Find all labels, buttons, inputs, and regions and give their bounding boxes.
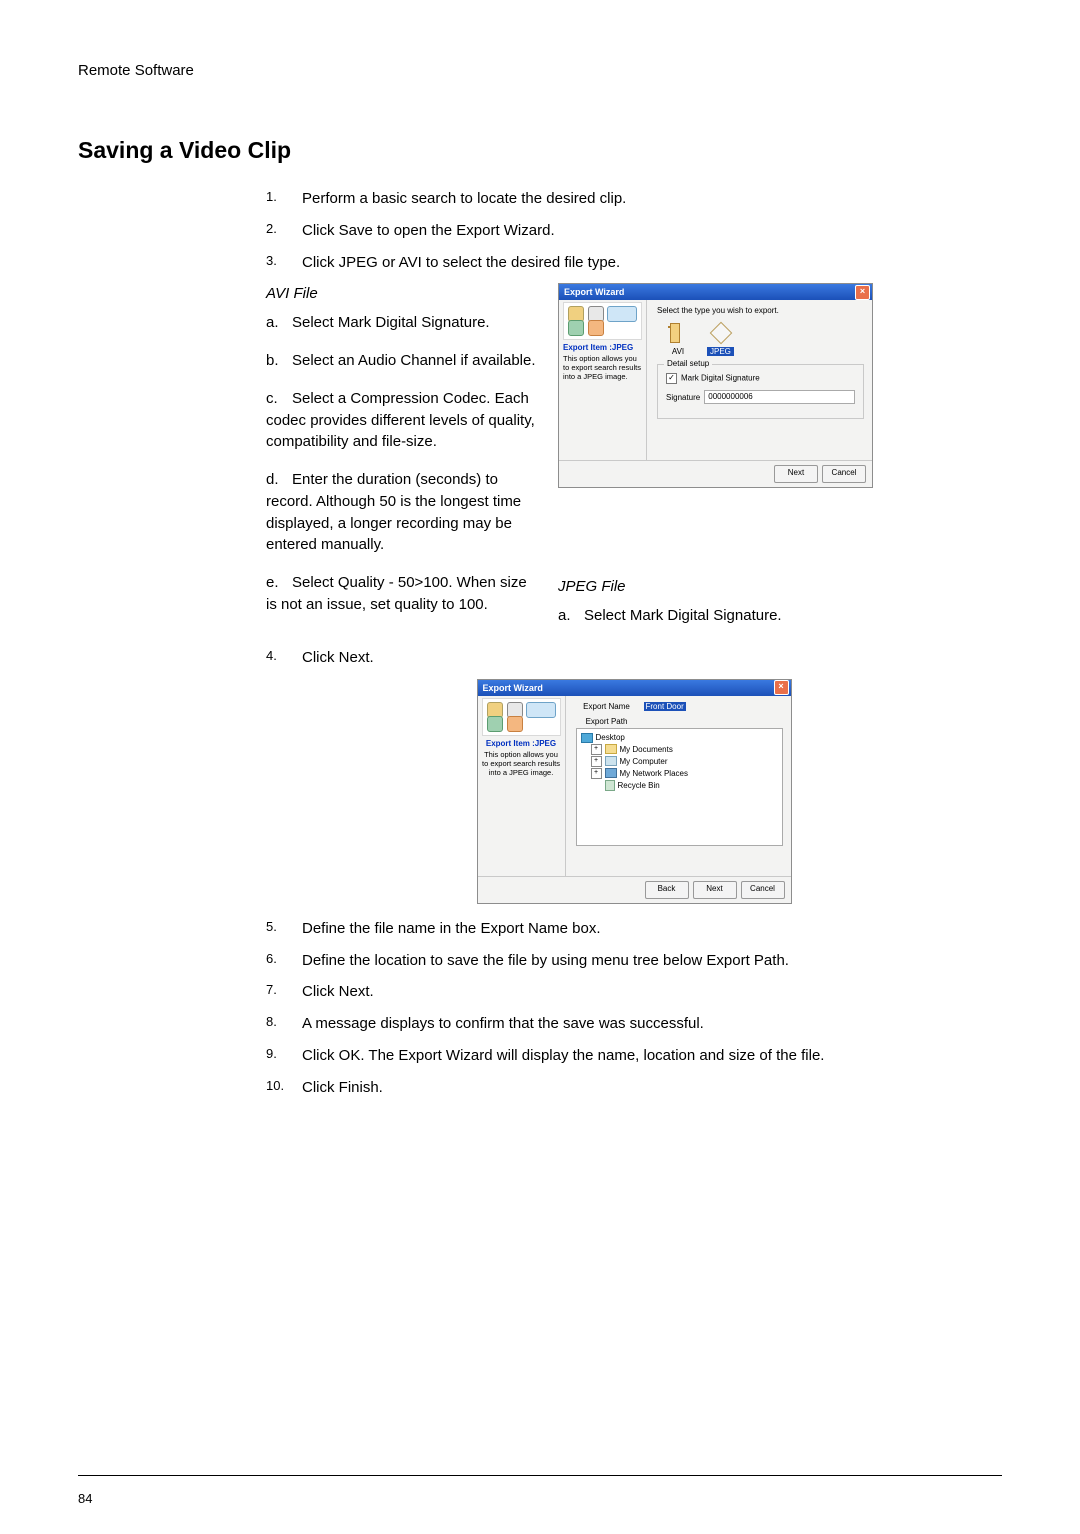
footer-rule (78, 1475, 1002, 1476)
computer-icon (605, 756, 617, 766)
jpeg-item-a: a.Select Mark Digital Signature. (558, 605, 1002, 627)
step-2: Click Save to open the Export Wizard. (266, 220, 1002, 242)
type-option-avi[interactable]: AVI (667, 323, 689, 356)
checkbox-icon: ✓ (666, 373, 677, 384)
cancel-button[interactable]: Cancel (822, 465, 866, 483)
export-wizard-dialog-1: Export Wizard × Export Item :JPEG This o… (558, 283, 873, 488)
dialog2-titlebar: Export Wizard × (478, 680, 791, 696)
next-button[interactable]: Next (774, 465, 818, 483)
avi-item-b: b.Select an Audio Channel if available. (266, 350, 538, 372)
jpeg-brush-icon (709, 323, 731, 345)
export-name-label: Export Name (576, 702, 638, 711)
network-icon (605, 768, 617, 778)
step-1: Perform a basic search to locate the des… (266, 188, 1002, 210)
step-4: Click Next. (266, 647, 1002, 669)
expand-icon[interactable]: + (591, 768, 602, 779)
avi-item-e: e.Select Quality - 50>100. When size is … (266, 572, 538, 616)
export-wizard-dialog-2: Export Wizard × Export Item :JPEG This o… (477, 679, 792, 904)
tree-item-mydocuments[interactable]: +My Documents (591, 744, 778, 755)
dialog1-sidebar-desc: This option allows you to export search … (563, 354, 642, 381)
expand-icon[interactable]: + (591, 744, 602, 755)
step-5: Define the file name in the Export Name … (266, 918, 1002, 940)
signature-label: Signature (666, 393, 700, 402)
back-button[interactable]: Back (645, 881, 689, 899)
step-7: Click Next. (266, 981, 1002, 1003)
mark-signature-checkbox[interactable]: ✓Mark Digital Signature (666, 373, 855, 384)
dialog1-instruction: Select the type you wish to export. (657, 306, 864, 315)
step-8: A message displays to confirm that the s… (266, 1013, 1002, 1035)
sidebar-thumbnails-icon (482, 698, 561, 736)
avi-heading: AVI File (266, 285, 538, 302)
jpeg-heading: JPEG File (558, 578, 1002, 595)
avi-item-d: d.Enter the duration (seconds) to record… (266, 469, 538, 556)
step-6: Define the location to save the file by … (266, 950, 1002, 972)
tree-item-mynetwork[interactable]: +My Network Places (591, 768, 778, 779)
next-button[interactable]: Next (693, 881, 737, 899)
dialog2-sidebar-title: Export Item :JPEG (482, 739, 561, 748)
signature-field[interactable]: 0000000006 (704, 390, 855, 404)
detail-setup-legend: Detail setup (664, 359, 712, 368)
dialog1-sidebar: Export Item :JPEG This option allows you… (559, 300, 647, 460)
page-number: 84 (78, 1491, 92, 1506)
steps-top: Perform a basic search to locate the des… (266, 188, 1002, 273)
type-option-jpeg[interactable]: JPEG (707, 323, 734, 356)
dialog2-sidebar-desc: This option allows you to export search … (482, 750, 561, 777)
dialog1-sidebar-title: Export Item :JPEG (563, 343, 642, 352)
detail-setup-group: Detail setup ✓Mark Digital Signature Sig… (657, 364, 864, 419)
avi-item-a: a.Select Mark Digital Signature. (266, 312, 538, 334)
sidebar-thumbnails-icon (563, 302, 642, 340)
avi-item-c: c.Select a Compression Codec. Each codec… (266, 388, 538, 453)
dialog1-titlebar: Export Wizard × (559, 284, 872, 300)
expand-icon[interactable]: + (591, 756, 602, 767)
section-title: Saving a Video Clip (78, 137, 1002, 164)
cancel-button[interactable]: Cancel (741, 881, 785, 899)
dialog1-title: Export Wizard (564, 287, 624, 297)
desktop-icon (581, 733, 593, 743)
avi-film-icon (667, 323, 689, 345)
export-path-label: Export Path (576, 717, 638, 726)
dialog2-sidebar: Export Item :JPEG This option allows you… (478, 696, 566, 876)
page-header: Remote Software (78, 62, 1002, 79)
step-9: Click OK. The Export Wizard will display… (266, 1045, 1002, 1067)
step-3: Click JPEG or AVI to select the desired … (266, 252, 1002, 274)
recycle-bin-icon (605, 780, 615, 791)
tree-item-recyclebin[interactable]: Recycle Bin (591, 780, 778, 791)
dialog2-title: Export Wizard (483, 683, 543, 693)
export-name-field[interactable]: Front Door (644, 702, 686, 711)
tree-item-desktop[interactable]: Desktop (581, 733, 778, 743)
folder-icon (605, 744, 617, 754)
close-icon[interactable]: × (855, 285, 870, 300)
step-10: Click Finish. (266, 1077, 1002, 1099)
export-path-tree[interactable]: Desktop +My Documents +My Computer +My N… (576, 728, 783, 846)
close-icon[interactable]: × (774, 680, 789, 695)
tree-item-mycomputer[interactable]: +My Computer (591, 756, 778, 767)
